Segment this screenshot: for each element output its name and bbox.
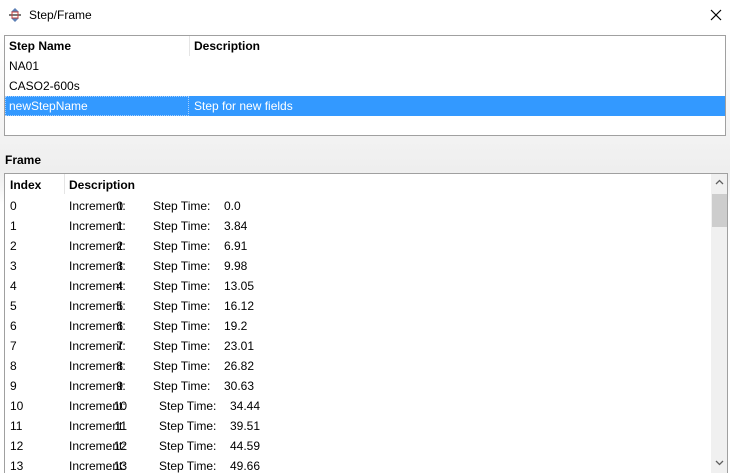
step-description-cell: Step for new fields: [194, 99, 293, 113]
step-time-value: 44.59: [230, 439, 261, 453]
frame-table-header: Index Description: [5, 174, 709, 194]
frame-row[interactable]: 12 Increment: 12 Step Time: 44.59: [5, 434, 709, 454]
frame-index-cell: 10: [10, 399, 24, 413]
increment-value: 1: [116, 219, 123, 233]
step-row-newstepname[interactable]: newStepName Step for new fields: [5, 96, 725, 116]
step-time-value: 34.44: [230, 399, 261, 413]
step-time-label: Step Time:: [159, 419, 217, 433]
step-time-value: 3.84: [224, 219, 248, 233]
frame-index-cell: 2: [10, 239, 17, 253]
scrollbar-thumb[interactable]: [712, 194, 727, 227]
close-icon: [710, 9, 722, 21]
step-name-cell: CASO2-600s: [9, 79, 80, 93]
column-header-step-name[interactable]: Step Name: [9, 39, 71, 53]
increment-value: 4: [116, 279, 123, 293]
frame-index-cell: 13: [10, 459, 24, 473]
step-time-label: Step Time:: [153, 339, 211, 353]
step-time-label: Step Time:: [159, 399, 217, 413]
step-frame-app-icon: [7, 7, 23, 23]
step-time-value: 30.63: [224, 379, 255, 393]
increment-value: 12: [113, 439, 127, 453]
frame-index-cell: 3: [10, 259, 17, 273]
step-time-value: 23.01: [224, 339, 255, 353]
frame-row[interactable]: 1 Increment: 1 Step Time: 3.84: [5, 214, 709, 234]
frame-index-cell: 5: [10, 299, 17, 313]
increment-value: 6: [116, 319, 123, 333]
column-header-description[interactable]: Description: [194, 39, 260, 53]
step-time-value: 19.2: [224, 319, 248, 333]
step-time-label: Step Time:: [159, 459, 217, 473]
frame-row[interactable]: 4 Increment: 4 Step Time: 13.05: [5, 274, 709, 294]
step-time-value: 16.12: [224, 299, 255, 313]
step-row-caso2-600s[interactable]: CASO2-600s: [5, 76, 725, 96]
frame-index-cell: 9: [10, 379, 17, 393]
frame-index-cell: 12: [10, 439, 24, 453]
frame-row[interactable]: 11 Increment: 11 Step Time: 39.51: [5, 414, 709, 434]
step-time-label: Step Time:: [153, 279, 211, 293]
title-bar: Step/Frame: [0, 0, 730, 30]
step-name-cell: NA01: [9, 59, 40, 73]
window-title: Step/Frame: [29, 8, 92, 22]
step-row-na01[interactable]: NA01: [5, 56, 725, 76]
frame-row[interactable]: 13 Increment: 13 Step Time: 49.66: [5, 454, 709, 473]
frame-index-cell: 7: [10, 339, 17, 353]
increment-value: 2: [116, 239, 123, 253]
frame-row[interactable]: 7 Increment: 7 Step Time: 23.01: [5, 334, 709, 354]
step-table[interactable]: Step Name Description NA01 CASO2-600s ne…: [4, 35, 726, 136]
step-time-value: 0.0: [224, 199, 241, 213]
frame-row[interactable]: 5 Increment: 5 Step Time: 16.12: [5, 294, 709, 314]
step-time-label: Step Time:: [153, 239, 211, 253]
frame-row[interactable]: 9 Increment: 9 Step Time: 30.63: [5, 374, 709, 394]
increment-value: 8: [116, 359, 123, 373]
close-button[interactable]: [705, 4, 727, 26]
step-time-label: Step Time:: [153, 379, 211, 393]
increment-value: 3: [116, 259, 123, 273]
step-time-label: Step Time:: [153, 359, 211, 373]
column-header-description[interactable]: Description: [69, 178, 135, 192]
step-time-value: 49.66: [230, 459, 261, 473]
step-time-label: Step Time:: [153, 319, 211, 333]
frame-index-cell: 4: [10, 279, 17, 293]
frame-index-cell: 1: [10, 219, 17, 233]
step-time-label: Step Time:: [153, 219, 211, 233]
column-divider[interactable]: [64, 174, 65, 194]
frame-section-label: Frame: [5, 153, 42, 167]
frame-row[interactable]: 6 Increment: 6 Step Time: 19.2: [5, 314, 709, 334]
scroll-up-arrow-icon[interactable]: [711, 174, 727, 191]
step-time-label: Step Time:: [153, 299, 211, 313]
vertical-scrollbar[interactable]: [711, 174, 727, 473]
frame-index-cell: 6: [10, 319, 17, 333]
scroll-down-arrow-icon[interactable]: [711, 454, 727, 471]
step-time-value: 9.98: [224, 259, 248, 273]
frame-index-cell: 0: [10, 199, 17, 213]
step-time-value: 6.91: [224, 239, 248, 253]
step-table-header: Step Name Description: [5, 36, 725, 56]
step-time-label: Step Time:: [153, 259, 211, 273]
increment-value: 0: [116, 199, 123, 213]
step-time-value: 26.82: [224, 359, 255, 373]
step-time-value: 39.51: [230, 419, 261, 433]
step-time-value: 13.05: [224, 279, 255, 293]
column-header-index[interactable]: Index: [10, 178, 41, 192]
increment-value: 13: [113, 459, 127, 473]
frame-table[interactable]: Index Description 0 Increment: 0 Step Time:…: [4, 173, 728, 473]
step-name-cell: newStepName: [9, 99, 88, 113]
frame-index-cell: 8: [10, 359, 17, 373]
frame-row[interactable]: 0 Increment: 0 Step Time: 0.0: [5, 194, 709, 214]
step-time-label: Step Time:: [153, 199, 211, 213]
frame-row[interactable]: 3 Increment: 3 Step Time: 9.98: [5, 254, 709, 274]
increment-value: 11: [114, 419, 127, 433]
increment-value: 10: [113, 399, 127, 413]
increment-value: 7: [116, 339, 123, 353]
frame-index-cell: 11: [10, 419, 23, 433]
frame-row[interactable]: 10 Increment: 10 Step Time: 34.44: [5, 394, 709, 414]
frame-row[interactable]: 2 Increment: 2 Step Time: 6.91: [5, 234, 709, 254]
column-divider[interactable]: [189, 36, 190, 56]
increment-value: 5: [116, 299, 123, 313]
increment-value: 9: [116, 379, 123, 393]
step-time-label: Step Time:: [159, 439, 217, 453]
frame-row[interactable]: 8 Increment: 8 Step Time: 26.82: [5, 354, 709, 374]
